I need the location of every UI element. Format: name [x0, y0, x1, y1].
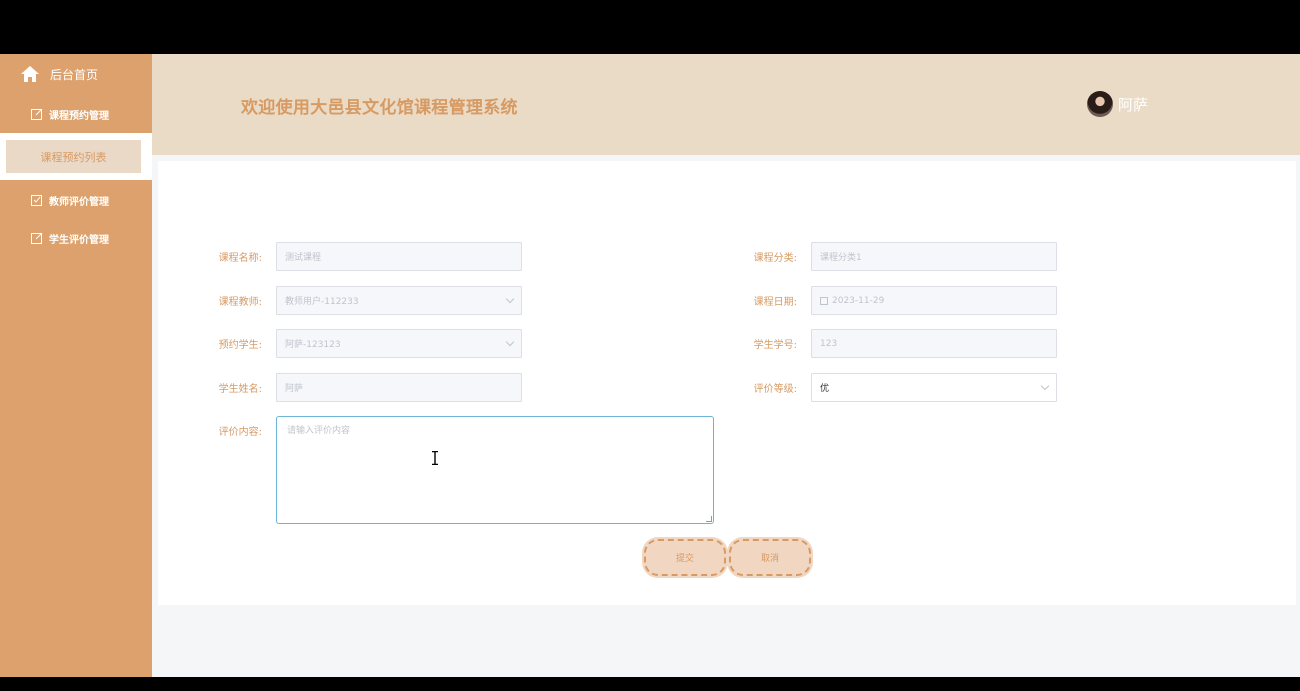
course-date-input[interactable]: 2023-11-29 [811, 286, 1057, 315]
chevron-down-icon [1040, 381, 1050, 391]
student-id-input[interactable]: 123 [811, 329, 1057, 358]
course-name-input[interactable]: 测试课程 [276, 242, 522, 271]
chevron-down-icon [505, 294, 515, 304]
comment-label: 评价内容: [218, 427, 262, 438]
check-square-icon [31, 194, 43, 206]
submit-button[interactable]: 提交 [644, 539, 726, 576]
teacher-select[interactable]: 教师用户-112233 [276, 286, 522, 315]
sidebar-item-home[interactable]: 后台首页 [0, 54, 152, 94]
course-category-label: 课程分类: [753, 253, 797, 264]
header: 欢迎使用大邑县文化馆课程管理系统 阿萨 [152, 54, 1300, 155]
sidebar-item-booking-list[interactable]: 课程预约列表 [6, 140, 141, 173]
user-menu[interactable]: 阿萨 [1087, 91, 1148, 117]
course-category-input[interactable]: 课程分类1 [811, 242, 1057, 271]
text-cursor-icon [432, 450, 438, 466]
calendar-icon [820, 296, 828, 305]
student-value: 阿萨-123123 [285, 340, 341, 350]
username: 阿萨 [1118, 95, 1149, 114]
edit-icon [31, 232, 43, 244]
teacher-label: 课程教师: [218, 297, 262, 308]
cancel-button[interactable]: 取消 [729, 539, 811, 576]
course-date-label: 课程日期: [753, 297, 797, 308]
student-id-label: 学生学号: [753, 340, 797, 351]
resize-handle-icon[interactable] [706, 516, 712, 522]
sidebar-item-teacher-eval[interactable]: 教师评价管理 [0, 181, 152, 219]
course-category-value: 课程分类1 [820, 253, 862, 263]
app-root: 后台首页 课程预约管理 课程预约列表 教师评价管理 学生评价管理 欢迎使用大邑县… [0, 54, 1300, 677]
sidebar-menu-label: 学生评价管理 [49, 234, 109, 246]
chevron-down-icon [505, 337, 515, 347]
comment-placeholder: 请输入评价内容 [287, 426, 351, 436]
page-title: 欢迎使用大邑县文化馆课程管理系统 [241, 98, 518, 118]
avatar [1087, 91, 1113, 117]
sidebar-home-label: 后台首页 [50, 67, 99, 82]
sidebar-submenu: 课程预约列表 [0, 133, 152, 180]
course-name-value: 测试课程 [285, 253, 322, 263]
rating-select[interactable]: 优 [811, 373, 1057, 402]
comment-textarea[interactable]: 请输入评价内容 [276, 416, 714, 524]
rating-label: 评价等级: [753, 384, 797, 395]
student-name-label: 学生姓名: [218, 384, 262, 395]
home-icon [20, 64, 40, 84]
sidebar-menu-label: 教师评价管理 [49, 196, 109, 208]
student-name-input[interactable]: 阿萨 [276, 373, 522, 402]
sidebar: 后台首页 课程预约管理 课程预约列表 教师评价管理 学生评价管理 [0, 54, 152, 677]
teacher-value: 教师用户-112233 [285, 297, 359, 307]
sidebar-item-student-eval[interactable]: 学生评价管理 [0, 219, 152, 257]
student-label: 预约学生: [218, 340, 262, 351]
edit-icon [31, 108, 43, 120]
form-card: 课程名称: 测试课程 课程分类: 课程分类1 课程教师: 教师用户-112233… [158, 161, 1296, 605]
sidebar-menu-label: 课程预约管理 [49, 110, 109, 122]
course-date-value: 2023-11-29 [832, 295, 885, 306]
sidebar-item-booking[interactable]: 课程预约管理 [0, 95, 152, 133]
student-name-value: 阿萨 [285, 384, 304, 394]
rating-value: 优 [820, 384, 830, 394]
student-select[interactable]: 阿萨-123123 [276, 329, 522, 358]
course-name-label: 课程名称: [218, 253, 262, 264]
student-id-value: 123 [820, 338, 838, 349]
